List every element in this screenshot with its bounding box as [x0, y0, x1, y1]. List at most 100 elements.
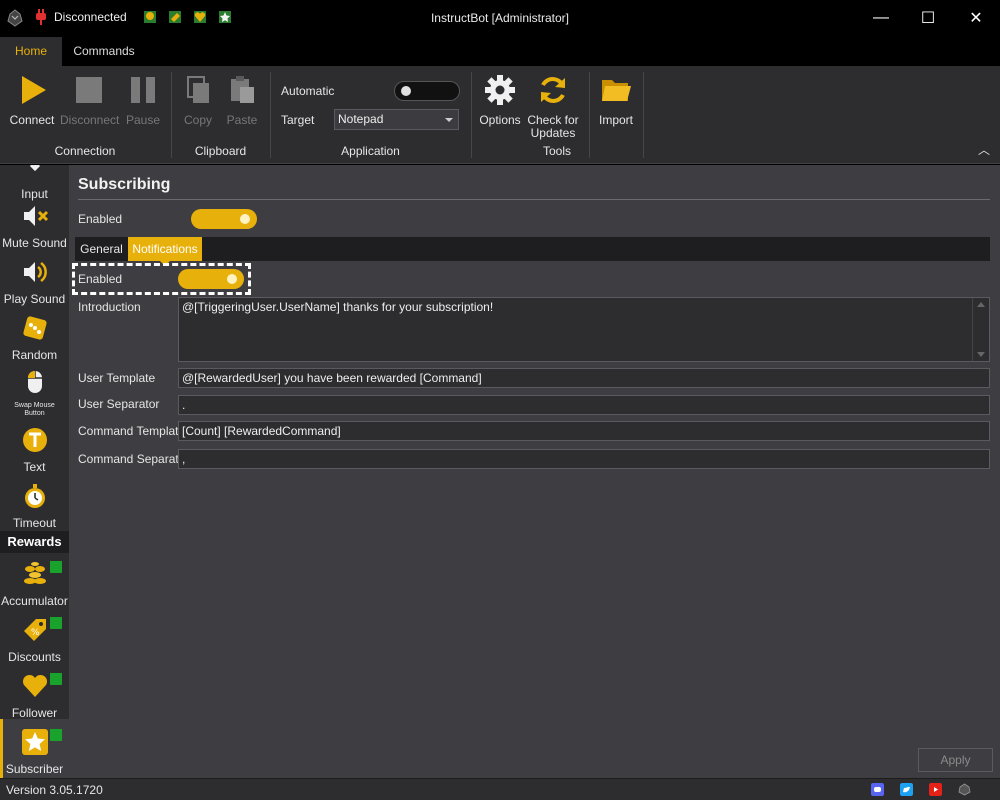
instructbot-icon[interactable] — [958, 783, 971, 796]
paste-label: Paste — [226, 113, 258, 127]
sidebar-item-label: Follower — [11, 706, 58, 720]
rewards-header: Rewards — [0, 531, 69, 553]
introduction-label: Introduction — [78, 300, 141, 314]
disconnect-button[interactable]: Disconnect — [60, 74, 119, 127]
status-bar: Version 3.05.1720 — [0, 778, 1000, 800]
tools-group-label: Tools — [542, 144, 571, 158]
user-template-input[interactable]: @[RewardedUser] you have been rewarded [… — [178, 368, 990, 388]
tab-general[interactable]: General — [75, 237, 128, 261]
connect-label: Connect — [9, 113, 55, 127]
sidebar-item-follower[interactable]: Follower — [0, 672, 69, 720]
main-panel: Subscribing Enabled General Notification… — [69, 165, 1000, 778]
dice-icon — [22, 316, 47, 340]
tab-commands[interactable]: Commands — [66, 37, 142, 66]
sidebar-item-input[interactable]: Input — [0, 165, 69, 201]
minimize-button[interactable]: — — [858, 0, 904, 36]
sidebar-item-label: Swap Mouse — [14, 402, 55, 409]
copy-button[interactable]: Copy — [178, 74, 218, 127]
collapse-ribbon-icon[interactable]: ︿ — [978, 141, 990, 158]
play-sound-icon — [23, 261, 47, 283]
title-divider — [78, 199, 990, 200]
refresh-icon — [541, 77, 565, 103]
enabled-badge — [50, 561, 62, 573]
options-label: Options — [479, 113, 521, 127]
check-updates-label-2: Updates — [530, 126, 576, 140]
import-label: Import — [598, 113, 633, 127]
chevron-down-icon — [445, 118, 453, 122]
mute-sound-icon — [23, 206, 48, 226]
sidebar-item-label: Timeout — [13, 516, 56, 530]
sidebar-item-label: Mute Sound — [2, 236, 67, 250]
sidebar-item-label: Discounts — [8, 650, 61, 664]
gear-icon — [485, 75, 515, 105]
pause-button[interactable]: Pause — [120, 74, 166, 127]
automatic-toggle[interactable] — [394, 81, 460, 101]
introduction-textarea[interactable]: @[TriggeringUser.UserName] thanks for yo… — [178, 297, 990, 362]
pause-icon — [131, 77, 155, 103]
scroll-up-icon[interactable] — [977, 302, 985, 307]
sidebar-item-label: Button — [24, 410, 45, 417]
menu-tab-bar: Home Commands — [0, 37, 1000, 66]
paste-icon — [231, 76, 254, 103]
user-separator-input[interactable]: . — [178, 395, 990, 415]
check-updates-button[interactable]: Check for Updates — [526, 74, 580, 140]
input-icon — [29, 165, 40, 172]
twitter-icon[interactable] — [900, 783, 913, 796]
tab-home[interactable]: Home — [0, 37, 62, 66]
import-button[interactable]: Import — [594, 74, 638, 127]
options-button[interactable]: Options — [478, 74, 522, 127]
enabled-badge — [50, 617, 62, 629]
target-label: Target — [281, 113, 315, 127]
introduction-value: @[TriggeringUser.UserName] thanks for yo… — [182, 300, 494, 314]
sidebar-item-label: Subscriber — [5, 762, 64, 776]
page-title: Subscribing — [78, 176, 171, 193]
sidebar-item-swap-mouse-button[interactable]: Swap Mouse Button — [0, 368, 69, 418]
sidebar-item-discounts[interactable]: % Discounts — [0, 616, 69, 664]
connect-button[interactable]: Connect — [8, 74, 56, 127]
command-template-input[interactable]: [Count] [RewardedCommand] — [178, 421, 990, 441]
automatic-label: Automatic — [281, 84, 335, 98]
heart-icon — [22, 674, 47, 697]
toggle-knob — [240, 214, 250, 224]
vertical-scrollbar[interactable] — [972, 298, 989, 361]
stopwatch-icon — [24, 484, 45, 508]
star-icon — [21, 729, 48, 755]
sidebar-item-subscriber[interactable]: Subscriber — [0, 728, 69, 776]
youtube-icon[interactable] — [929, 783, 942, 796]
sidebar-item-mute-sound[interactable]: Mute Sound — [0, 202, 69, 250]
folder-icon — [602, 80, 631, 101]
command-separator-input[interactable]: , — [178, 449, 990, 469]
focus-highlight — [72, 263, 251, 295]
target-select-value: Notepad — [338, 112, 384, 126]
title-bar: Disconnected InstructBot [Administrator]… — [0, 0, 1000, 37]
ribbon-separator — [589, 72, 590, 158]
text-icon — [22, 428, 47, 452]
tab-notifications-label: Notifications — [132, 242, 198, 256]
sidebar-item-random[interactable]: Random — [0, 314, 69, 362]
sidebar-item-timeout[interactable]: Timeout — [0, 482, 69, 530]
sidebar-item-accumulator[interactable]: Accumulator — [0, 560, 69, 608]
discount-tag-icon: % — [23, 619, 46, 641]
user-template-label: User Template — [78, 371, 156, 385]
copy-icon — [187, 76, 209, 103]
version-label: Version 3.05.1720 — [6, 783, 103, 797]
play-icon — [22, 76, 46, 104]
paste-button[interactable]: Paste — [222, 74, 262, 127]
user-separator-label: User Separator — [78, 397, 160, 411]
tab-notifications[interactable]: Notifications — [128, 237, 202, 266]
maximize-button[interactable]: ☐ — [905, 0, 951, 36]
target-select[interactable]: Notepad — [334, 109, 459, 130]
settings-tabstrip: General Notifications — [75, 237, 990, 266]
toggle-knob — [401, 86, 411, 96]
apply-button[interactable]: Apply — [918, 748, 993, 772]
sidebar-item-play-sound[interactable]: Play Sound — [0, 258, 69, 306]
scroll-down-icon[interactable] — [977, 352, 985, 357]
connection-group-label: Connection — [54, 144, 116, 158]
sidebar-item-label: Text — [23, 460, 46, 474]
mouse-icon — [27, 370, 42, 393]
subscribing-enabled-toggle[interactable] — [191, 209, 257, 229]
close-button[interactable]: ✕ — [953, 0, 999, 36]
sidebar-item-text[interactable]: Text — [0, 426, 69, 474]
discord-icon[interactable] — [871, 783, 884, 796]
clipboard-group-label: Clipboard — [194, 144, 247, 158]
